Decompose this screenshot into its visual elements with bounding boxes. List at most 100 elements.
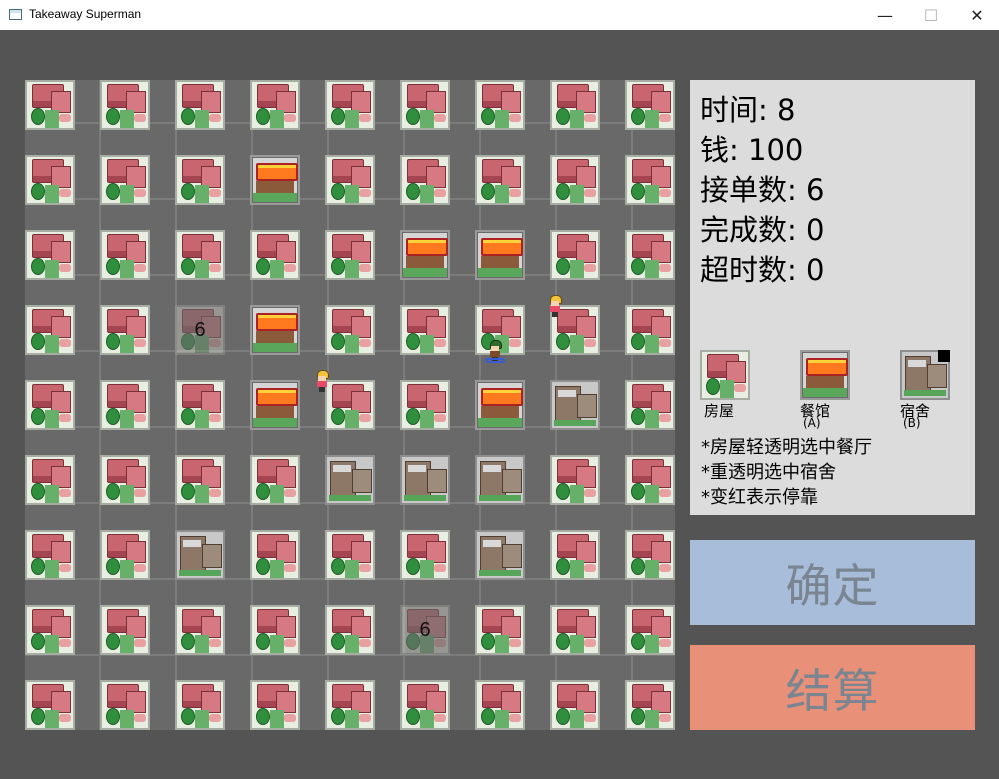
dorm-tile[interactable] xyxy=(175,530,225,580)
house-tile[interactable] xyxy=(100,455,150,505)
house-tile[interactable] xyxy=(625,455,675,505)
delivery-rider-sprite xyxy=(484,340,505,363)
house-tile[interactable] xyxy=(550,605,600,655)
restaurant-tile[interactable] xyxy=(475,230,525,280)
house-tile[interactable] xyxy=(475,155,525,205)
order-count-label: 6 xyxy=(419,618,431,641)
close-icon[interactable]: ✕ xyxy=(954,0,999,30)
house-tile[interactable] xyxy=(400,80,450,130)
house-tile[interactable] xyxy=(175,80,225,130)
house-tile[interactable] xyxy=(400,155,450,205)
customer-sprite xyxy=(316,370,329,392)
restaurant-legend-icon xyxy=(800,350,850,400)
house-tile[interactable] xyxy=(625,530,675,580)
house-tile[interactable] xyxy=(25,680,75,730)
house-legend-label: 房屋 xyxy=(704,402,735,420)
house-tile[interactable] xyxy=(400,680,450,730)
house-tile[interactable] xyxy=(400,530,450,580)
house-tile[interactable] xyxy=(325,530,375,580)
house-tile[interactable] xyxy=(175,230,225,280)
house-tile[interactable] xyxy=(325,305,375,355)
completed-orders-stat: 完成数: 0 xyxy=(700,213,825,247)
house-tile[interactable] xyxy=(25,305,75,355)
house-tile[interactable] xyxy=(325,380,375,430)
city-map-board[interactable]: 66 xyxy=(25,80,675,730)
house-tile[interactable] xyxy=(550,155,600,205)
time-stat: 时间: 8 xyxy=(700,93,796,127)
house-tile[interactable] xyxy=(550,80,600,130)
house-tile[interactable] xyxy=(625,230,675,280)
title-bar: Takeaway Superman — ☐ ✕ xyxy=(0,0,999,30)
house-tile[interactable] xyxy=(175,455,225,505)
house-tile[interactable] xyxy=(100,680,150,730)
house-tile[interactable] xyxy=(100,80,150,130)
restaurant-tile[interactable] xyxy=(250,380,300,430)
house-tile[interactable] xyxy=(100,230,150,280)
house-tile[interactable] xyxy=(550,530,600,580)
house-tile[interactable] xyxy=(250,680,300,730)
tip-house-select-restaurant: *房屋轻透明选中餐厅 xyxy=(701,437,872,458)
maximize-icon[interactable]: ☐ xyxy=(908,0,954,30)
house-tile[interactable] xyxy=(250,455,300,505)
house-tile[interactable] xyxy=(550,680,600,730)
house-tile[interactable] xyxy=(250,530,300,580)
house-tile[interactable] xyxy=(475,605,525,655)
dorm-legend-key: (B) xyxy=(903,416,921,430)
house-tile[interactable] xyxy=(325,155,375,205)
house-legend-icon xyxy=(700,350,750,400)
house-tile[interactable] xyxy=(625,380,675,430)
house-tile[interactable] xyxy=(100,305,150,355)
house-tile[interactable] xyxy=(250,230,300,280)
dorm-tile[interactable] xyxy=(550,380,600,430)
house-tile[interactable] xyxy=(400,380,450,430)
house-tile[interactable] xyxy=(25,455,75,505)
house-tile[interactable] xyxy=(25,605,75,655)
house-tile[interactable] xyxy=(175,605,225,655)
house-tile[interactable] xyxy=(325,680,375,730)
tip-select-dorm: *重透明选中宿舍 xyxy=(701,462,836,483)
restaurant-legend-key: (A) xyxy=(803,416,821,430)
dorm-tile[interactable] xyxy=(325,455,375,505)
house-tile[interactable] xyxy=(625,605,675,655)
house-tile[interactable] xyxy=(250,80,300,130)
house-tile[interactable] xyxy=(325,230,375,280)
house-tile[interactable] xyxy=(475,80,525,130)
house-tile[interactable] xyxy=(25,380,75,430)
overtime-orders-stat: 超时数: 0 xyxy=(700,253,825,287)
tip-red-means-stop: *变红表示停靠 xyxy=(701,487,818,508)
restaurant-tile[interactable] xyxy=(250,305,300,355)
house-tile[interactable] xyxy=(550,230,600,280)
house-tile[interactable] xyxy=(25,155,75,205)
house-tile[interactable] xyxy=(325,80,375,130)
house-tile[interactable] xyxy=(625,155,675,205)
dorm-tile[interactable] xyxy=(475,530,525,580)
house-tile[interactable] xyxy=(325,605,375,655)
house-tile[interactable] xyxy=(25,530,75,580)
restaurant-tile[interactable] xyxy=(475,380,525,430)
house-tile[interactable] xyxy=(100,155,150,205)
house-tile[interactable] xyxy=(25,80,75,130)
dorm-tile[interactable] xyxy=(475,455,525,505)
app-window-icon xyxy=(9,9,22,20)
house-tile[interactable] xyxy=(175,380,225,430)
restaurant-tile[interactable] xyxy=(250,155,300,205)
house-tile[interactable] xyxy=(175,680,225,730)
house-tile[interactable] xyxy=(475,680,525,730)
house-tile[interactable] xyxy=(175,155,225,205)
settle-button[interactable]: 结算 xyxy=(690,645,975,730)
house-tile[interactable] xyxy=(100,605,150,655)
dorm-tile[interactable] xyxy=(400,455,450,505)
house-tile[interactable] xyxy=(400,305,450,355)
house-tile[interactable] xyxy=(625,680,675,730)
house-tile[interactable] xyxy=(100,530,150,580)
house-tile[interactable] xyxy=(550,455,600,505)
house-tile[interactable] xyxy=(625,80,675,130)
order-count-label: 6 xyxy=(194,318,206,341)
minimize-icon[interactable]: — xyxy=(862,0,908,30)
confirm-button[interactable]: 确定 xyxy=(690,540,975,625)
house-tile[interactable] xyxy=(100,380,150,430)
house-tile[interactable] xyxy=(625,305,675,355)
house-tile[interactable] xyxy=(250,605,300,655)
house-tile[interactable] xyxy=(25,230,75,280)
restaurant-tile[interactable] xyxy=(400,230,450,280)
